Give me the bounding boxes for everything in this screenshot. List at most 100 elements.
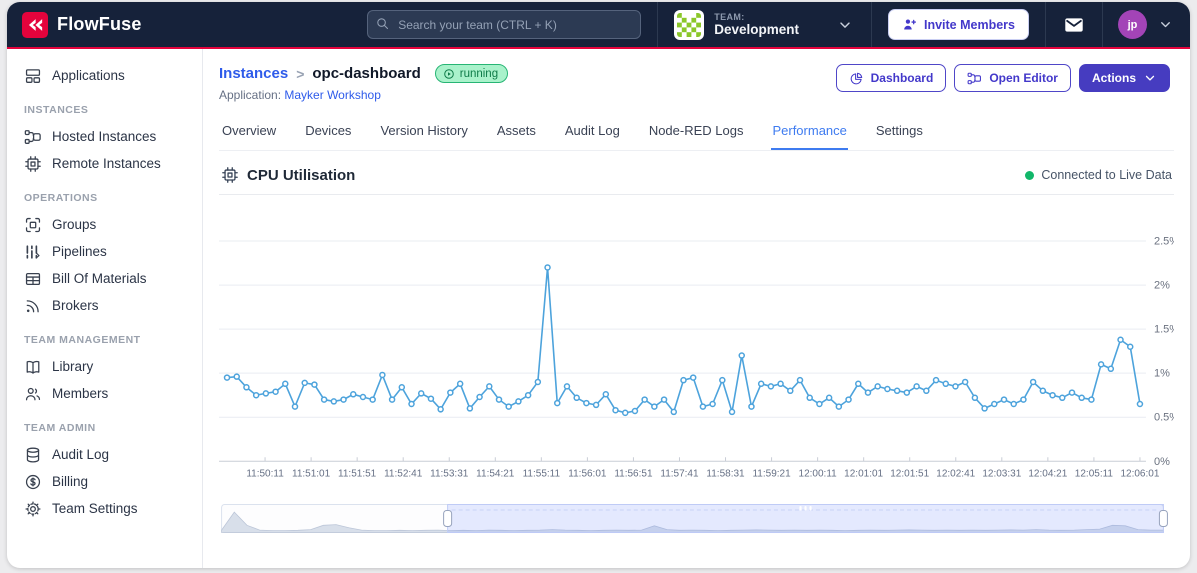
tab-overview[interactable]: Overview [221, 119, 277, 150]
data-point[interactable] [534, 378, 542, 386]
data-point[interactable] [835, 403, 843, 410]
data-point[interactable] [1059, 394, 1066, 402]
data-point[interactable] [554, 399, 561, 407]
user-menu[interactable]: jp [1102, 2, 1190, 47]
data-point[interactable] [592, 401, 600, 409]
data-point[interactable] [1126, 343, 1134, 350]
data-point[interactable] [583, 399, 590, 407]
data-point[interactable] [942, 380, 950, 388]
data-point[interactable] [1088, 396, 1095, 403]
sidebar-item-team-settings[interactable]: Team Settings [7, 495, 202, 522]
cpu-chart-svg[interactable]: 0% 0.5% 1% 1.5% 2% 2.5% 11:50:11 11:51:01 11:51:… [219, 203, 1174, 495]
data-point[interactable] [1020, 396, 1027, 403]
data-point[interactable] [311, 381, 318, 388]
data-point[interactable] [243, 384, 250, 391]
data-point[interactable] [223, 374, 231, 381]
data-point[interactable] [621, 409, 629, 417]
tab-version-history[interactable]: Version History [379, 119, 468, 150]
data-point[interactable] [524, 391, 532, 399]
data-point[interactable] [709, 400, 716, 408]
data-point[interactable] [971, 394, 979, 402]
data-point[interactable] [864, 389, 872, 396]
data-point[interactable] [923, 387, 930, 395]
sidebar-item-brokers[interactable]: Brokers [7, 292, 202, 319]
data-point[interactable] [777, 380, 784, 388]
brush-svg[interactable] [219, 502, 1174, 537]
data-point[interactable] [1078, 394, 1085, 402]
data-point[interactable] [913, 383, 920, 390]
sidebar-item-bill-of-materials[interactable]: Bill Of Materials [7, 265, 202, 292]
tab-devices[interactable]: Devices [304, 119, 352, 150]
data-point[interactable] [952, 383, 959, 390]
data-point[interactable] [369, 396, 376, 403]
data-point[interactable] [544, 264, 551, 271]
application-link[interactable]: Mayker Workshop [284, 88, 380, 102]
data-point[interactable] [359, 393, 367, 401]
data-point[interactable] [806, 394, 813, 402]
data-point[interactable] [486, 383, 493, 390]
data-point[interactable] [1039, 387, 1047, 395]
data-point[interactable] [699, 403, 707, 410]
data-point[interactable] [408, 400, 415, 408]
data-point[interactable] [262, 390, 270, 397]
data-point[interactable] [447, 389, 454, 396]
data-point[interactable] [398, 384, 406, 391]
tab-assets[interactable]: Assets [496, 119, 537, 150]
data-point[interactable] [1117, 336, 1124, 343]
sidebar-item-pipelines[interactable]: Pipelines [7, 238, 202, 265]
data-point[interactable] [1049, 391, 1056, 399]
data-point[interactable] [1000, 396, 1008, 403]
sidebar-item-hosted-instances[interactable]: Hosted Instances [7, 123, 202, 150]
data-point[interactable] [1068, 389, 1076, 396]
data-point[interactable] [301, 379, 308, 387]
brush-handle-right[interactable] [1158, 510, 1168, 528]
data-point[interactable] [961, 378, 969, 386]
data-point[interactable] [573, 394, 580, 402]
data-point[interactable] [456, 380, 464, 388]
data-point[interactable] [466, 405, 474, 412]
data-point[interactable] [1010, 400, 1017, 408]
data-point[interactable] [417, 390, 425, 397]
invite-members-button[interactable]: Invite Members [887, 9, 1029, 40]
brush-handle-left[interactable] [443, 510, 453, 528]
tab-node-red-logs[interactable]: Node-RED Logs [648, 119, 745, 150]
data-point[interactable] [680, 376, 687, 384]
data-point[interactable] [602, 391, 610, 398]
data-point[interactable] [855, 380, 862, 388]
data-point[interactable] [845, 396, 852, 403]
dashboard-button[interactable]: Dashboard [835, 64, 947, 92]
data-point[interactable] [563, 383, 571, 390]
data-point[interactable] [505, 403, 512, 410]
data-point[interactable] [291, 403, 299, 410]
data-point[interactable] [515, 398, 522, 405]
data-point[interactable] [437, 406, 444, 413]
brand-area[interactable]: FlowFuse [7, 2, 142, 47]
data-point[interactable] [903, 389, 911, 396]
sidebar-item-audit-log[interactable]: Audit Log [7, 441, 202, 468]
tab-performance[interactable]: Performance [771, 119, 848, 150]
data-point[interactable] [689, 374, 697, 381]
breadcrumb-instances-link[interactable]: Instances [219, 65, 288, 82]
data-point[interactable] [282, 380, 289, 388]
data-point[interactable] [641, 396, 648, 403]
data-point[interactable] [757, 380, 765, 388]
data-point[interactable] [427, 395, 435, 402]
data-point[interactable] [1097, 361, 1105, 368]
search-input[interactable] [367, 10, 642, 39]
data-point[interactable] [379, 371, 386, 379]
sidebar-item-library[interactable]: Library [7, 353, 202, 380]
data-point[interactable] [252, 391, 260, 399]
tab-settings[interactable]: Settings [875, 119, 924, 150]
data-point[interactable] [874, 383, 881, 390]
sidebar-item-applications[interactable]: Applications [7, 62, 202, 89]
data-point[interactable] [272, 388, 279, 395]
data-point[interactable] [738, 352, 745, 359]
sidebar-item-groups[interactable]: Groups [7, 211, 202, 238]
data-point[interactable] [660, 396, 668, 403]
data-point[interactable] [884, 385, 891, 393]
data-point[interactable] [816, 400, 823, 408]
data-point[interactable] [1136, 400, 1144, 408]
sidebar-item-remote-instances[interactable]: Remote Instances [7, 150, 202, 177]
open-editor-button[interactable]: Open Editor [954, 64, 1071, 92]
data-point[interactable] [651, 403, 658, 410]
